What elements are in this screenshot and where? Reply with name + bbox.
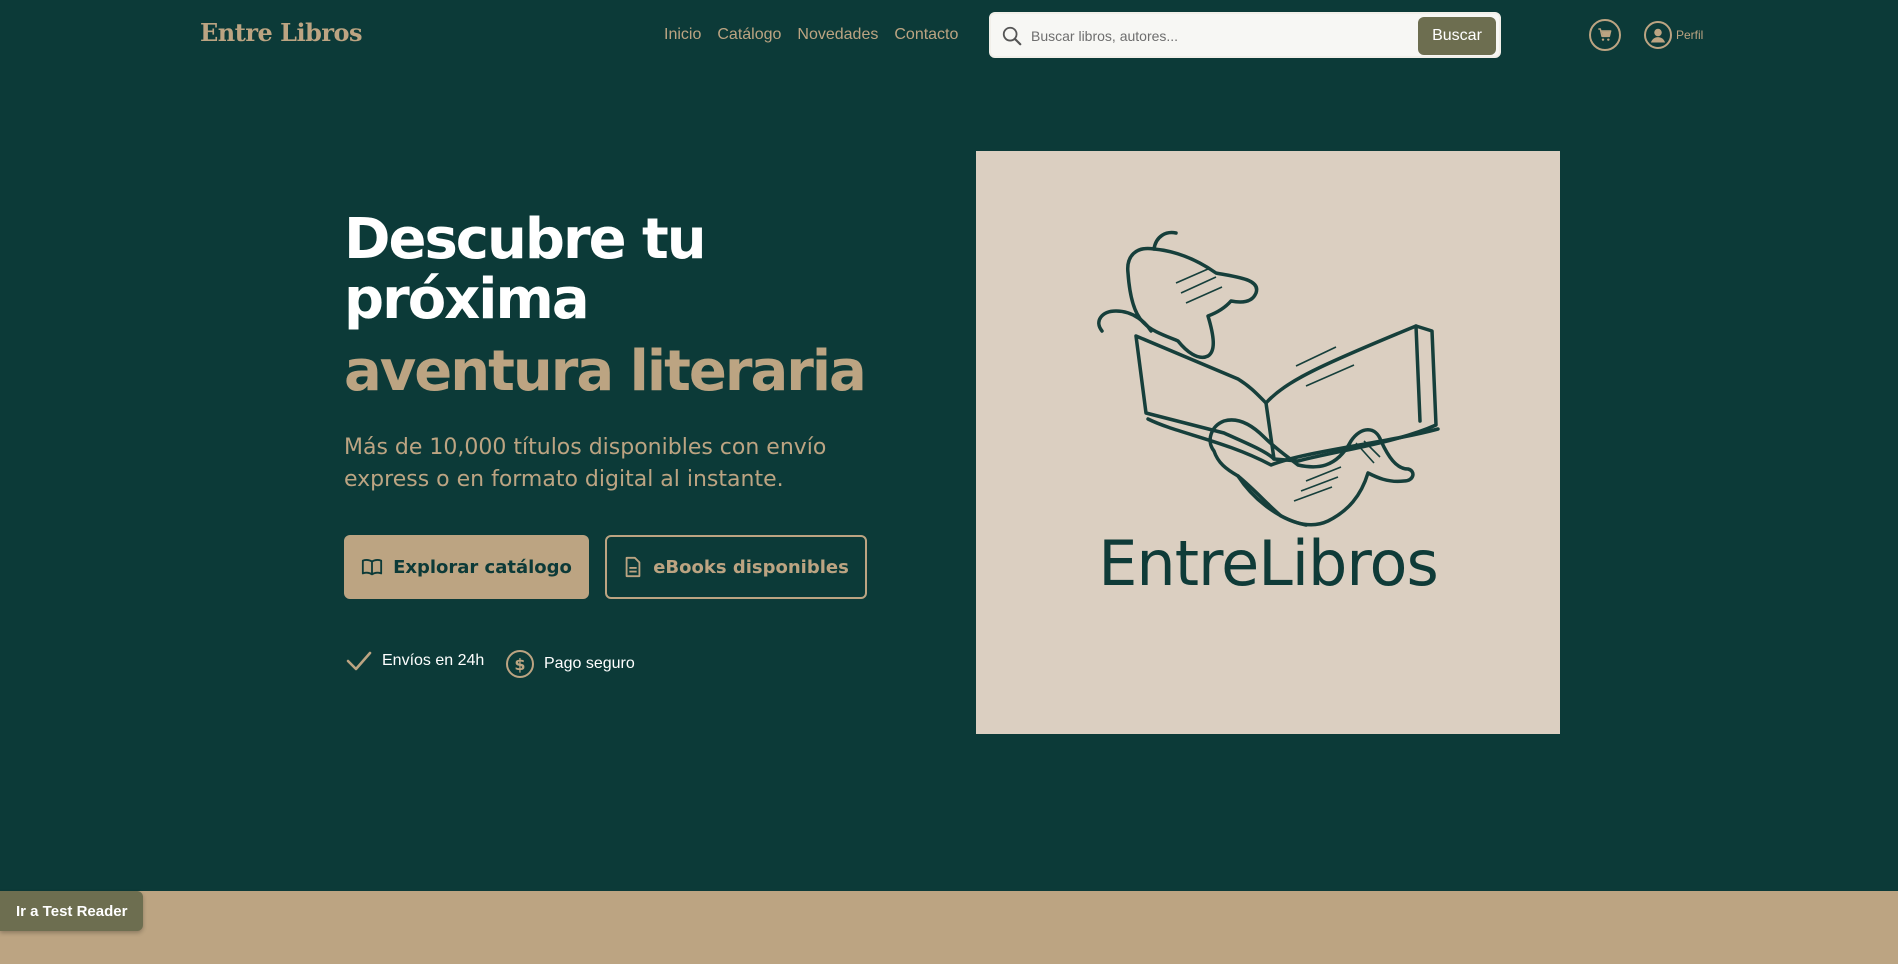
hands-holding-book-illustration [1097,230,1440,527]
feature-payment-label: Pago seguro [544,655,635,672]
feature-shipping: Envíos en 24h [346,650,484,672]
site-header: Entre Libros Inicio Catálogo Novedades C… [0,0,1898,72]
hero-title-highlight: aventura literaria [344,339,867,404]
cart-button[interactable] [1589,19,1621,51]
search-button[interactable]: Buscar [1418,17,1496,55]
hero-subtitle: Más de 10,000 títulos disponibles con en… [344,435,827,492]
main-nav: Inicio Catálogo Novedades Contacto [664,26,958,44]
nav-link-contacto[interactable]: Contacto [894,26,958,44]
nav-link-novedades[interactable]: Novedades [797,26,878,44]
feature-shipping-label: Envíos en 24h [382,652,485,669]
site-logo[interactable]: Entre Libros [200,18,363,47]
ebooks-button[interactable]: eBooks disponibles [605,535,867,599]
document-icon [625,556,641,578]
next-section-band [0,891,1898,964]
search-bar: Buscar [989,12,1501,58]
hero-illustration: EntreLibros [976,151,1560,734]
open-book-icon [361,559,383,576]
dollar-coin-icon: $ [506,650,534,678]
nav-link-catalogo[interactable]: Catálogo [717,26,781,44]
ebooks-label: eBooks disponibles [653,556,849,578]
search-icon [1002,26,1022,46]
profile-label: Perfil [1676,28,1704,42]
explore-catalog-button[interactable]: Explorar catálogo [344,535,589,599]
hero-title: Descubre tu próxima [344,207,707,332]
nav-link-inicio[interactable]: Inicio [664,26,701,44]
user-avatar-icon [1644,21,1672,49]
profile-button[interactable]: Perfil [1644,21,1703,49]
cart-icon [1598,28,1612,41]
check-icon [346,651,372,671]
feature-secure-payment: $ Pago seguro [506,650,635,678]
explore-catalog-label: Explorar catálogo [393,556,572,578]
illustration-wordmark: EntreLibros [1098,527,1439,600]
test-reader-button[interactable]: Ir a Test Reader [0,891,144,931]
search-input[interactable] [1031,22,1391,50]
